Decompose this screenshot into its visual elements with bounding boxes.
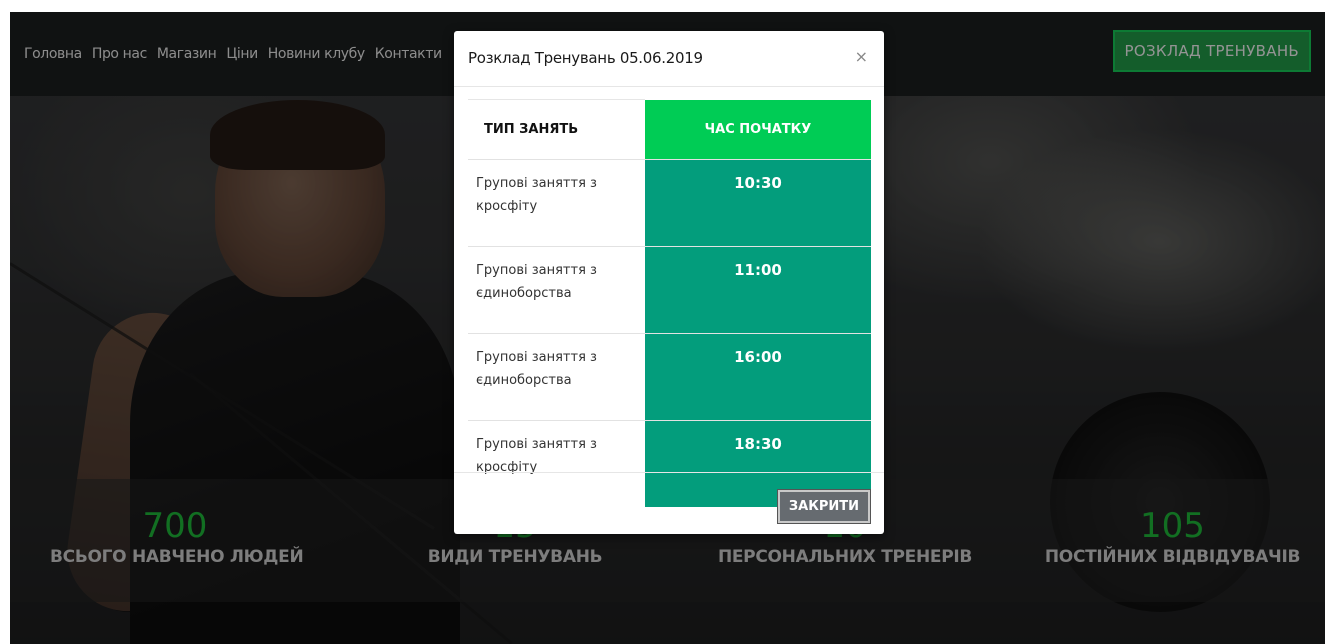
schedule-modal: Розклад Тренувань 05.06.2019 × ТИП ЗАНЯТ… xyxy=(454,31,884,534)
start-time-cell: 16:00 xyxy=(645,333,871,421)
start-time-cell: 10:30 xyxy=(645,159,871,247)
table-row: Групові заняття з єдиноборства 11:00 xyxy=(468,246,871,334)
modal-header: Розклад Тренувань 05.06.2019 × xyxy=(454,31,884,87)
modal-title: Розклад Тренувань 05.06.2019 xyxy=(468,49,703,67)
start-time-cell: 11:00 xyxy=(645,246,871,334)
class-type-cell: Групові заняття з єдиноборства xyxy=(468,333,645,421)
class-type-cell: Групові заняття з єдиноборства xyxy=(468,246,645,334)
close-icon[interactable]: × xyxy=(855,47,868,66)
table-row: Групові заняття з кросфіту 10:30 xyxy=(468,159,871,247)
close-button[interactable]: ЗАКРИТИ xyxy=(776,489,872,524)
table-header-row: ТИП ЗАНЯТЬ ЧАС ПОЧАТКУ xyxy=(468,99,871,160)
class-type-cell: Групові заняття з кросфіту xyxy=(468,159,645,247)
table-row: Групові заняття з єдиноборства 16:00 xyxy=(468,333,871,421)
column-header-type: ТИП ЗАНЯТЬ xyxy=(468,99,645,160)
schedule-table: ТИП ЗАНЯТЬ ЧАС ПОЧАТКУ Групові заняття з… xyxy=(468,99,871,507)
column-header-time: ЧАС ПОЧАТКУ xyxy=(645,99,871,160)
modal-footer: ЗАКРИТИ xyxy=(454,472,884,535)
